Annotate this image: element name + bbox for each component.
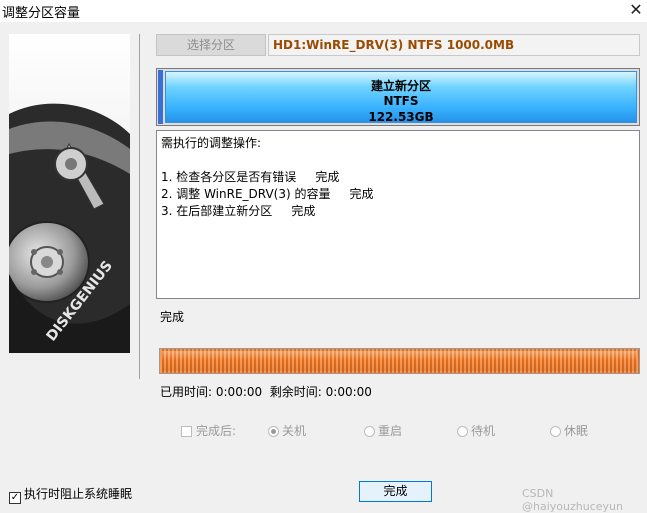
prevent-sleep-label: 执行时阻止系统睡眠 xyxy=(24,487,133,501)
window-title: 调整分区容量 xyxy=(2,6,81,21)
restart-label: 重启 xyxy=(378,424,403,438)
radio-standby[interactable]: 待机 xyxy=(457,424,495,440)
new-partition-label: 建立新分区 xyxy=(370,79,431,93)
time-readout: 已用时间: 0:00:00 剩余时间: 0:00:00 xyxy=(160,383,372,400)
progress-bar xyxy=(159,348,640,374)
elapsed-value: 0:00:00 xyxy=(215,385,263,399)
standby-label: 待机 xyxy=(471,424,496,438)
after-complete-checkbox[interactable]: 完成后: xyxy=(181,424,236,440)
radio-hibernate[interactable]: 休眠 xyxy=(550,424,588,440)
disk-map-new-partition[interactable]: 建立新分区 NTFS 122.53GB xyxy=(165,71,637,124)
list-item: 3. 在后部建立新分区 完成 xyxy=(161,204,316,218)
remaining-value: 0:00:00 xyxy=(325,385,372,399)
new-partition-fs: NTFS xyxy=(383,94,419,108)
shutdown-label: 关机 xyxy=(282,424,307,438)
diskgenius-logo: DISKGENIUS xyxy=(9,34,130,353)
after-complete-label: 完成后: xyxy=(196,424,237,438)
close-icon[interactable]: ✕ xyxy=(626,0,646,20)
checkbox-box[interactable] xyxy=(181,426,192,437)
progress-fill xyxy=(162,351,637,371)
done-button[interactable]: 完成 xyxy=(359,481,432,502)
vertical-divider xyxy=(139,34,140,379)
operations-list: 需执行的调整操作: 1. 检查各分区是否有错误 完成 2. 调整 WinRE_D… xyxy=(156,130,640,299)
hibernate-label: 休眠 xyxy=(564,424,589,438)
radio-dot[interactable] xyxy=(268,426,279,437)
choose-partition-button[interactable]: 选择分区 xyxy=(156,34,266,56)
watermark: CSDN @haiyouzhuceyun xyxy=(522,487,623,513)
status-text: 完成 xyxy=(160,310,185,324)
radio-dot[interactable] xyxy=(550,426,561,437)
remaining-label: 剩余时间: xyxy=(269,385,322,399)
list-item: 1. 检查各分区是否有错误 完成 xyxy=(161,170,340,184)
disk-map-left-partition xyxy=(158,70,163,124)
elapsed-label: 已用时间: xyxy=(160,385,213,399)
title-bar xyxy=(0,0,647,22)
prevent-sleep-checkbox[interactable]: ✓ 执行时阻止系统睡眠 xyxy=(9,485,132,504)
radio-dot[interactable] xyxy=(364,426,375,437)
disk-map: 建立新分区 NTFS 122.53GB xyxy=(156,68,640,126)
new-partition-size: 122.53GB xyxy=(368,110,434,124)
check-icon[interactable]: ✓ xyxy=(9,492,21,504)
radio-restart[interactable]: 重启 xyxy=(364,424,402,440)
partition-info: HD1:WinRE_DRV(3) NTFS 1000.0MB xyxy=(268,34,640,56)
radio-shutdown[interactable]: 关机 xyxy=(268,424,306,440)
list-item: 2. 调整 WinRE_DRV(3) 的容量 完成 xyxy=(161,187,374,201)
operations-heading: 需执行的调整操作: xyxy=(161,136,262,150)
radio-dot[interactable] xyxy=(457,426,468,437)
